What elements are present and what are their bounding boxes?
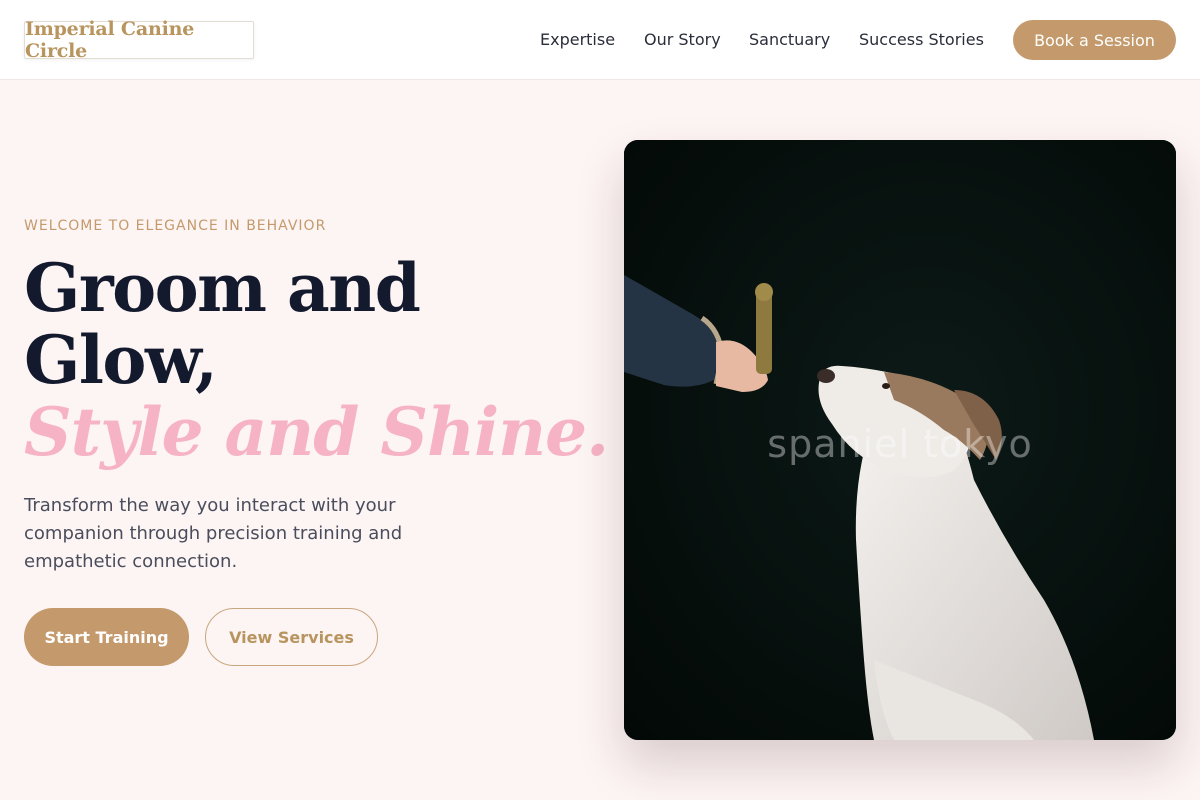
treat-shape	[756, 290, 772, 374]
nav-link-our-story[interactable]: Our Story	[644, 30, 721, 49]
hero-headline: Groom and Glow, Style and Shine.	[24, 249, 609, 471]
nav-link-success-stories[interactable]: Success Stories	[859, 30, 984, 49]
book-session-button[interactable]: Book a Session	[1013, 20, 1176, 60]
headline-accent: Style and Shine.	[24, 393, 609, 471]
headline-line-1: Groom and	[24, 249, 421, 327]
headline-line-2: Glow,	[24, 321, 218, 399]
view-services-button[interactable]: View Services	[205, 608, 378, 666]
site-header: Imperial Canine Circle Expertise Our Sto…	[0, 0, 1200, 80]
hero-description: Transform the way you interact with your…	[24, 495, 403, 572]
nav-link-expertise[interactable]: Expertise	[540, 30, 615, 49]
start-training-button[interactable]: Start Training	[24, 608, 189, 666]
nav-link-sanctuary[interactable]: Sanctuary	[749, 30, 830, 49]
hero-eyebrow: WELCOME TO ELEGANCE IN BEHAVIOR	[24, 218, 327, 234]
dog-illustration	[624, 140, 1176, 740]
hero-image: spaniel tokyo	[624, 140, 1176, 740]
